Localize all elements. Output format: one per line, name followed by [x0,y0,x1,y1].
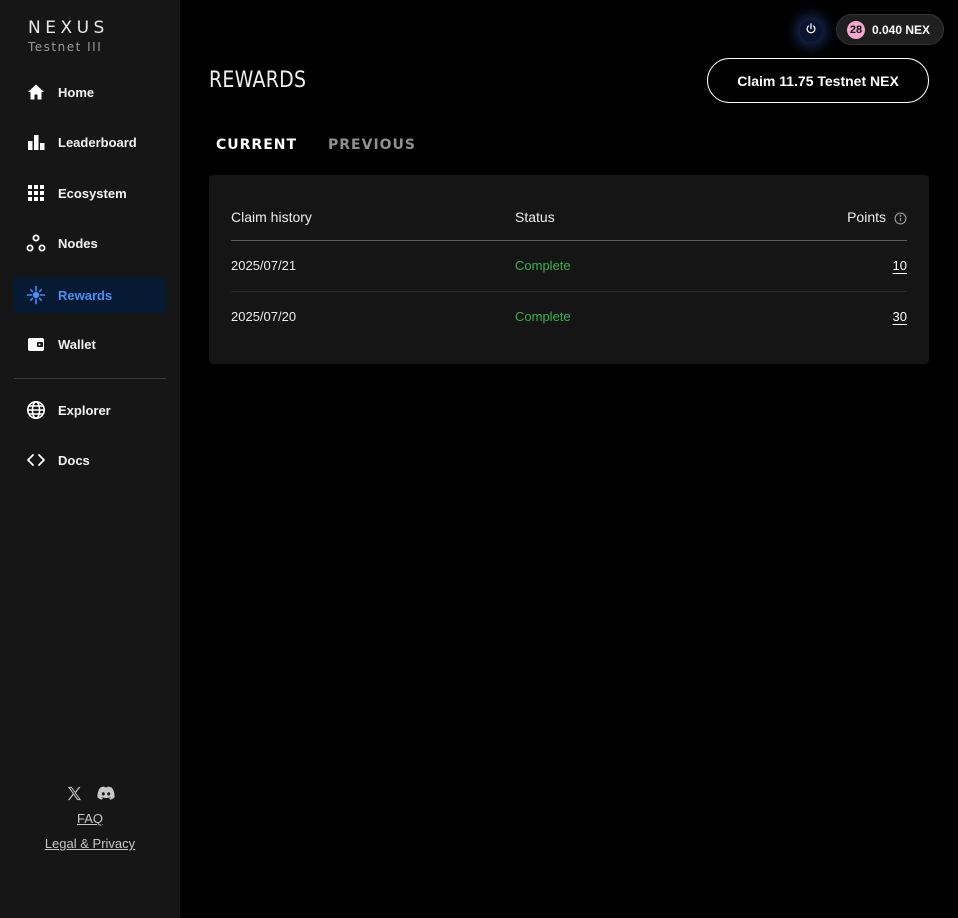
nodes-icon [26,233,46,253]
x-icon[interactable] [65,784,83,802]
brand-logo[interactable]: NEXUS Testnet III [28,18,109,54]
table-row: 2025/07/20 Complete 30 [231,292,907,343]
table-header: Claim history Status Points [231,209,907,241]
discord-icon[interactable] [97,784,115,802]
leaderboard-icon [26,132,46,152]
home-icon [26,82,46,102]
sidebar-item-leaderboard[interactable]: Leaderboard [13,124,166,160]
legal-privacy-link[interactable]: Legal & Privacy [0,836,180,851]
sidebar-item-docs[interactable]: Docs [13,442,166,478]
wallet-balance-pill[interactable]: 28 0.040 NEX [836,14,944,45]
tab-previous[interactable]: PREVIOUS [328,137,416,153]
info-icon[interactable] [894,212,907,225]
power-icon [805,22,817,40]
claim-history-table: Claim history Status Points 2025/07/21 C… [209,175,929,364]
wallet-icon [26,334,46,354]
header-status: Status [515,209,555,225]
sidebar-item-ecosystem[interactable]: Ecosystem [13,175,166,211]
grid-icon [26,183,46,203]
header-claim-history: Claim history [231,209,312,225]
power-button[interactable] [800,20,822,42]
row-status: Complete [515,258,571,273]
rewards-icon [26,285,46,305]
sidebar-item-label: Rewards [58,287,113,303]
sidebar-item-label: Leaderboard [58,134,137,150]
row-date: 2025/07/20 [231,309,297,324]
sidebar-item-rewards[interactable]: Rewards [13,277,166,313]
table-row: 2025/07/21 Complete 10 [231,241,907,292]
row-points[interactable]: 30 [893,309,907,324]
sidebar-item-label: Docs [58,452,90,468]
faq-link[interactable]: FAQ [0,811,180,826]
sidebar-item-nodes[interactable]: Nodes [13,225,166,261]
sidebar-item-label: Nodes [58,235,98,251]
sidebar: NEXUS Testnet III Home Leaderboard Ecosy… [0,0,180,918]
sidebar-item-wallet[interactable]: Wallet [13,326,166,362]
sidebar-item-explorer[interactable]: Explorer [13,392,166,428]
row-points[interactable]: 10 [893,258,907,273]
sidebar-item-label: Wallet [58,336,96,352]
sidebar-divider [14,378,166,379]
claim-button[interactable]: Claim 11.75 Testnet NEX [707,58,929,103]
brand-name: NEXUS [28,18,109,38]
balance-amount: 0.040 NEX [872,22,931,37]
sidebar-item-label: Ecosystem [58,185,127,201]
social-links [0,784,180,802]
sidebar-item-label: Explorer [58,402,111,418]
row-status: Complete [515,309,571,324]
tab-current[interactable]: CURRENT [216,137,297,153]
sidebar-item-label: Home [58,84,95,100]
globe-icon [26,400,46,420]
sidebar-item-home[interactable]: Home [13,74,166,110]
row-date: 2025/07/21 [231,258,297,273]
count-badge: 28 [847,20,865,39]
page-title: REWARDS [209,68,307,93]
header-points: Points [847,209,886,225]
brand-subtitle: Testnet III [28,40,103,54]
code-icon [26,450,46,470]
